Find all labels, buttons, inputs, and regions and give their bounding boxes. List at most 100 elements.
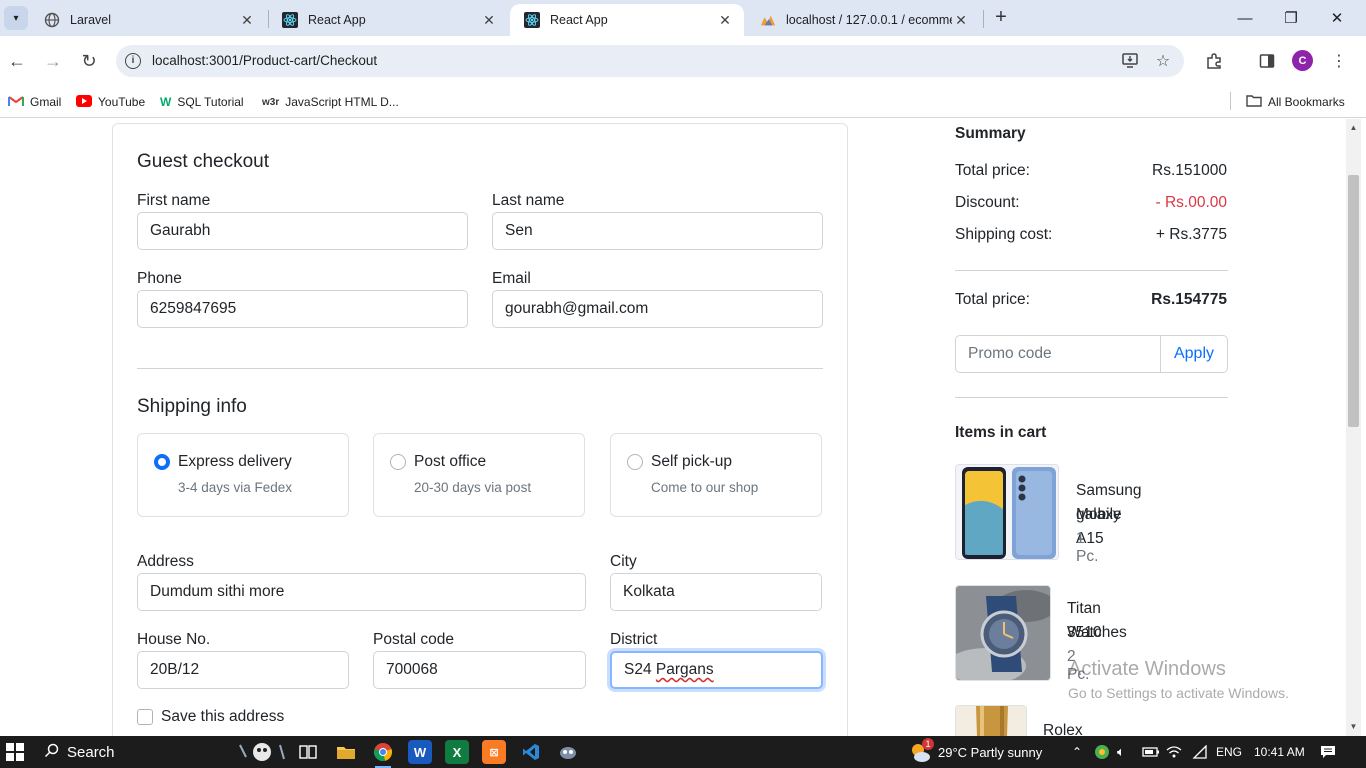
post-office-radio[interactable] bbox=[390, 454, 406, 470]
file-explorer-icon[interactable] bbox=[334, 740, 358, 764]
summary-divider bbox=[955, 397, 1228, 398]
titan-watch-image bbox=[955, 585, 1051, 681]
samsung-phone-image bbox=[955, 464, 1059, 560]
discount-label: Discount: bbox=[955, 194, 1020, 211]
all-bookmarks[interactable]: All Bookmarks bbox=[1246, 90, 1345, 114]
windows-start-icon[interactable] bbox=[6, 743, 24, 761]
chrome-icon[interactable] bbox=[371, 740, 395, 768]
first-name-field[interactable]: Gaurabh bbox=[137, 212, 468, 250]
forward-arrow-icon[interactable]: → bbox=[41, 49, 65, 73]
grand-total-value: Rs.154775 bbox=[1151, 291, 1227, 308]
bookmarks-bar: Gmail YouTube W SQL Tutorial w3r JavaScr… bbox=[0, 86, 1366, 118]
side-panel-icon[interactable] bbox=[1255, 49, 1279, 73]
first-name-label: First name bbox=[137, 192, 211, 209]
battery-icon[interactable] bbox=[1142, 736, 1160, 768]
w3schools-icon: w3r bbox=[262, 96, 280, 108]
close-icon[interactable]: ✕ bbox=[716, 12, 734, 29]
express-radio[interactable] bbox=[154, 454, 170, 470]
shipping-option-express[interactable]: Express delivery 3-4 days via Fedex bbox=[137, 433, 349, 517]
city-field[interactable]: Kolkata bbox=[610, 573, 822, 611]
site-info-icon[interactable]: i bbox=[125, 53, 141, 69]
postal-code-field[interactable]: 700068 bbox=[373, 651, 586, 689]
weather-widget[interactable]: 1 29°C Partly sunny bbox=[908, 736, 1042, 768]
email-field[interactable]: gourabh@gmail.com bbox=[492, 290, 823, 328]
district-value: S24 bbox=[624, 661, 652, 678]
tab-react-app-active[interactable]: React App ✕ bbox=[510, 4, 744, 36]
extensions-puzzle-icon[interactable] bbox=[1202, 49, 1226, 73]
bookmark-star-icon[interactable]: ☆ bbox=[1153, 51, 1173, 71]
profile-avatar[interactable]: C bbox=[1292, 50, 1313, 71]
scrollbar-thumb[interactable] bbox=[1348, 175, 1359, 427]
vscode-icon[interactable] bbox=[519, 740, 543, 764]
tab-title: React App bbox=[308, 13, 366, 27]
show-hidden-icons-chevron-icon[interactable]: ⌃ bbox=[1072, 736, 1082, 768]
clock[interactable]: 10:41 AM bbox=[1254, 736, 1305, 768]
tab-react-app-1[interactable]: React App ✕ bbox=[268, 4, 508, 36]
summary-divider bbox=[955, 270, 1228, 271]
language-indicator[interactable]: ENG bbox=[1216, 736, 1242, 768]
chrome-tray-icon[interactable] bbox=[1094, 736, 1110, 768]
search-highlight-icon bbox=[232, 740, 290, 764]
apply-button[interactable]: Apply bbox=[1161, 336, 1227, 372]
window-close-icon[interactable]: ✕ bbox=[1314, 0, 1360, 36]
speaker-icon[interactable]: 🔈︎ bbox=[1117, 736, 1125, 768]
section-divider bbox=[137, 368, 823, 369]
tab-phpmyadmin[interactable]: localhost / 127.0.0.1 / ecommerce ✕ bbox=[746, 4, 980, 36]
url-text[interactable]: localhost:3001/Product-cart/Checkout bbox=[152, 53, 377, 68]
bookmark-label: Gmail bbox=[30, 95, 62, 109]
shipping-option-post-office[interactable]: Post office 20-30 days via post bbox=[373, 433, 585, 517]
weather-badge: 1 bbox=[922, 738, 934, 750]
tab-laravel[interactable]: Laravel ✕ bbox=[30, 4, 266, 36]
self-pickup-radio[interactable] bbox=[627, 454, 643, 470]
promo-code-input[interactable]: Promo code bbox=[956, 336, 1161, 372]
district-label: District bbox=[610, 631, 658, 648]
city-label: City bbox=[610, 553, 637, 570]
youtube-icon bbox=[76, 94, 92, 110]
district-field[interactable]: S24 Pargans bbox=[610, 651, 823, 689]
xampp-icon[interactable]: ⊠ bbox=[482, 740, 506, 764]
items-in-cart-title: Items in cart bbox=[955, 424, 1047, 441]
bookmark-gmail[interactable]: Gmail bbox=[8, 90, 61, 114]
close-icon[interactable]: ✕ bbox=[480, 12, 498, 29]
wifi-icon[interactable] bbox=[1192, 736, 1208, 768]
new-tab-plus-icon[interactable]: + bbox=[990, 7, 1012, 29]
excel-icon[interactable]: X bbox=[445, 740, 469, 764]
bookmarks-divider bbox=[1230, 92, 1231, 110]
shipping-option-self-pickup[interactable]: Self pick-up Come to our shop bbox=[610, 433, 822, 517]
scroll-down-arrow-icon[interactable]: ▼ bbox=[1346, 720, 1361, 734]
install-app-icon[interactable] bbox=[1120, 51, 1140, 71]
bookmark-sql-tutorial[interactable]: W SQL Tutorial bbox=[160, 90, 244, 114]
globe-icon bbox=[44, 12, 60, 28]
word-icon[interactable]: W bbox=[408, 740, 432, 764]
address-field[interactable]: Dumdum sithi more bbox=[137, 573, 586, 611]
last-name-field[interactable]: Sen bbox=[492, 212, 823, 250]
bookmark-youtube[interactable]: YouTube bbox=[76, 90, 145, 114]
total-price-value: Rs.151000 bbox=[1152, 162, 1227, 179]
address-label: Address bbox=[137, 553, 194, 570]
chrome-menu-icon[interactable]: ⋮ bbox=[1327, 49, 1351, 73]
tab-search-chevron-icon[interactable]: ▾ bbox=[4, 6, 28, 30]
close-icon[interactable]: ✕ bbox=[238, 12, 256, 29]
option-title: Express delivery bbox=[178, 453, 292, 470]
task-view-icon[interactable] bbox=[296, 740, 320, 764]
scroll-up-arrow-icon[interactable]: ▲ bbox=[1346, 121, 1361, 135]
watermark-subtitle: Go to Settings to activate Windows. bbox=[1068, 685, 1289, 701]
watermark-title: Activate Windows bbox=[1068, 658, 1226, 680]
shipping-cost-value: + Rs.3775 bbox=[1155, 226, 1227, 243]
summary-title: Summary bbox=[955, 125, 1026, 142]
app-icon[interactable] bbox=[556, 740, 580, 764]
house-no-field[interactable]: 20B/12 bbox=[137, 651, 349, 689]
reload-icon[interactable]: ↻ bbox=[77, 49, 101, 73]
discount-value: - Rs.00.00 bbox=[1155, 194, 1227, 211]
minimize-icon[interactable]: — bbox=[1222, 0, 1268, 36]
close-icon[interactable]: ✕ bbox=[952, 12, 970, 29]
network-icon[interactable] bbox=[1166, 736, 1182, 768]
save-address-checkbox[interactable] bbox=[137, 709, 153, 725]
notification-icon[interactable] bbox=[1320, 736, 1336, 768]
option-title: Post office bbox=[414, 453, 487, 470]
bookmark-javascript-html[interactable]: w3r JavaScript HTML D... bbox=[262, 90, 399, 114]
back-arrow-icon[interactable]: ← bbox=[5, 49, 29, 73]
page-scrollbar[interactable]: ▲ ▼ bbox=[1346, 119, 1361, 736]
restore-icon[interactable]: ❐ bbox=[1268, 0, 1314, 36]
phone-field[interactable]: 6259847695 bbox=[137, 290, 468, 328]
